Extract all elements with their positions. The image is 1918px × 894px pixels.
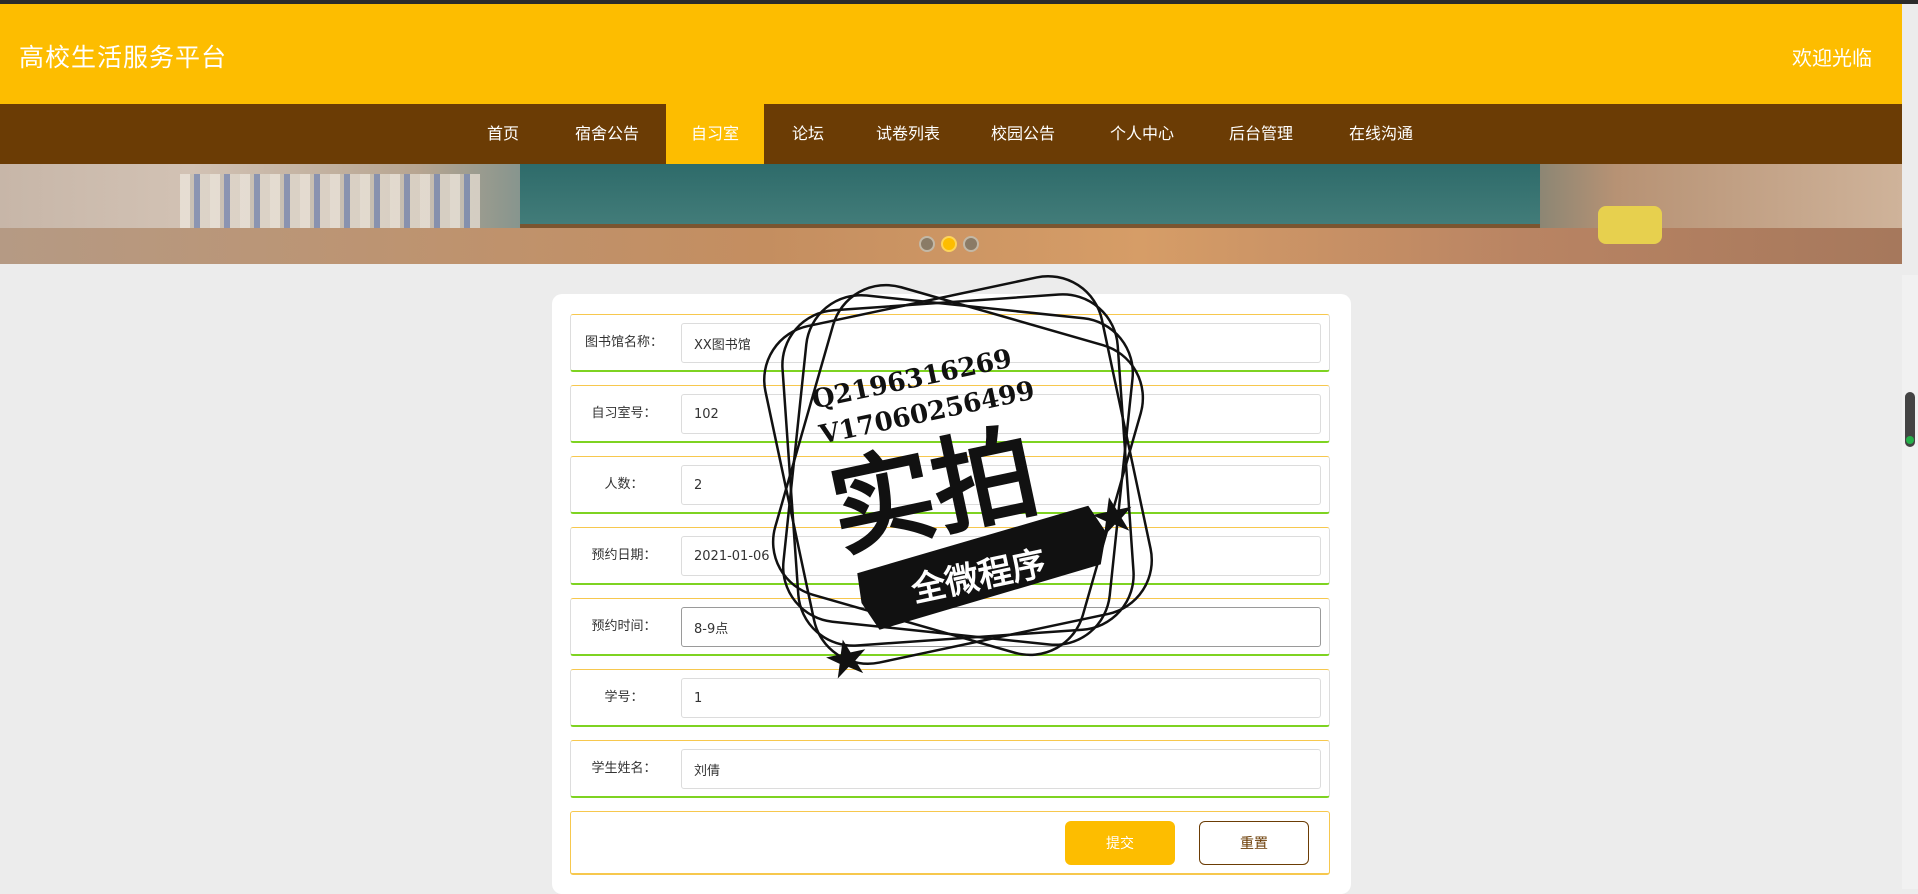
- carousel-dot-1[interactable]: [919, 236, 935, 252]
- nav-item-admin[interactable]: 后台管理: [1211, 104, 1311, 164]
- site-title: 高校生活服务平台: [19, 43, 228, 72]
- scrollbar-indicator-icon: [1906, 436, 1914, 444]
- carousel-dot-3[interactable]: [963, 236, 979, 252]
- submit-button[interactable]: 提交: [1065, 821, 1175, 865]
- form-row-reservation-time: 预约时间：: [570, 598, 1330, 656]
- library-name-input[interactable]: [681, 323, 1321, 363]
- reservation-date-input[interactable]: [681, 536, 1321, 576]
- nav-item-online-chat[interactable]: 在线沟通: [1331, 104, 1431, 164]
- reservation-time-input[interactable]: [681, 607, 1321, 647]
- student-id-input[interactable]: [681, 678, 1321, 718]
- people-count-input[interactable]: [681, 465, 1321, 505]
- form-row-reservation-date: 预约日期：: [570, 527, 1330, 585]
- reservation-form-panel: [552, 294, 1351, 894]
- nav-item-exam-list[interactable]: 试卷列表: [858, 104, 958, 164]
- people-count-label: 人数：: [604, 477, 644, 492]
- form-row-room-number: 自习室号：: [570, 385, 1330, 443]
- room-number-input[interactable]: [681, 394, 1321, 434]
- nav-item-campus-notice[interactable]: 校园公告: [973, 104, 1073, 164]
- nav-item-forum[interactable]: 论坛: [773, 104, 843, 164]
- reset-button[interactable]: 重置: [1199, 821, 1309, 865]
- welcome-text: 欢迎光临: [1792, 46, 1872, 70]
- nav-item-personal-center[interactable]: 个人中心: [1092, 104, 1192, 164]
- site-header: 高校生活服务平台 欢迎光临: [0, 4, 1902, 104]
- nav-item-home[interactable]: 首页: [470, 104, 536, 164]
- nav-item-study-room[interactable]: 自习室: [666, 104, 764, 164]
- student-name-input[interactable]: [681, 749, 1321, 789]
- form-row-library-name: 图书馆名称：: [570, 314, 1330, 372]
- nav-item-dorm-notice[interactable]: 宿舍公告: [557, 104, 657, 164]
- form-row-student-id: 学号：: [570, 669, 1330, 727]
- form-actions: 提交 重置: [570, 811, 1330, 875]
- form-row-people-count: 人数：: [570, 456, 1330, 514]
- reservation-time-label: 预约时间：: [591, 619, 657, 634]
- carousel-indicators: [917, 232, 987, 254]
- carousel-dot-2[interactable]: [941, 236, 957, 252]
- student-id-label: 学号：: [604, 690, 644, 705]
- main-nav: 首页 宿舍公告 自习室 论坛 试卷列表 校园公告 个人中心 后台管理 在线沟通: [0, 104, 1902, 164]
- student-name-label: 学生姓名：: [591, 761, 657, 776]
- page-scrollbar[interactable]: [1902, 275, 1918, 889]
- form-row-student-name: 学生姓名：: [570, 740, 1330, 798]
- reservation-date-label: 预约日期：: [591, 548, 657, 563]
- room-number-label: 自习室号：: [591, 406, 657, 421]
- banner-pot-art: [1598, 206, 1662, 244]
- library-name-label: 图书馆名称：: [584, 335, 663, 350]
- banner-blackboard-art: [520, 164, 1540, 230]
